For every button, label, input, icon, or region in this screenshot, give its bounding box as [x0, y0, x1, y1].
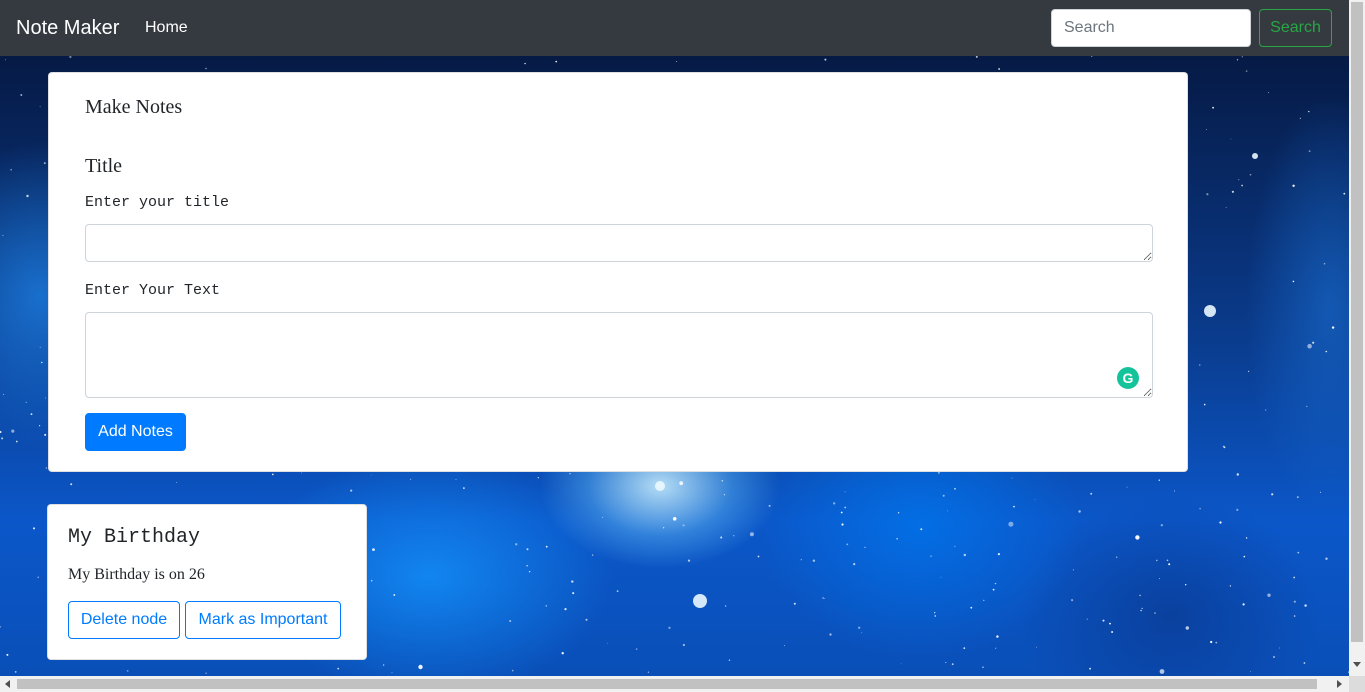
horizontal-scrollbar-thumb[interactable]	[17, 679, 1317, 689]
make-notes-card: Make Notes Title Enter your title Enter …	[48, 72, 1188, 472]
grammarly-icon[interactable]: G	[1117, 367, 1139, 389]
nav-link-home[interactable]: Home	[145, 18, 188, 38]
make-notes-heading: Make Notes	[85, 96, 183, 118]
search-button[interactable]: Search	[1259, 9, 1332, 47]
scroll-right-arrow-icon[interactable]	[1337, 680, 1342, 688]
add-notes-button[interactable]: Add Notes	[85, 413, 186, 451]
delete-note-button[interactable]: Delete node	[68, 601, 180, 639]
navbar: Note Maker Home Search	[0, 0, 1349, 56]
scrollbar-corner	[1349, 676, 1365, 692]
vertical-scrollbar-thumb[interactable]	[1351, 2, 1363, 642]
scroll-left-arrow-icon[interactable]	[5, 680, 10, 688]
title-textarea[interactable]	[85, 224, 1153, 262]
title-field-label: Enter your title	[85, 194, 230, 211]
note-title: My Birthday	[68, 526, 201, 549]
navbar-brand[interactable]: Note Maker	[16, 15, 119, 41]
note-text: My Birthday is on 26	[68, 566, 205, 583]
horizontal-scrollbar[interactable]	[0, 676, 1349, 692]
scroll-down-arrow-icon[interactable]	[1353, 662, 1361, 667]
title-heading: Title	[85, 155, 123, 177]
mark-important-button[interactable]: Mark as Important	[185, 601, 341, 639]
note-text-textarea[interactable]	[85, 312, 1153, 398]
search-input[interactable]	[1051, 9, 1251, 47]
text-field-label: Enter Your Text	[85, 282, 221, 299]
note-card: My Birthday My Birthday is on 26 Delete …	[47, 504, 367, 660]
vertical-scrollbar[interactable]	[1349, 0, 1365, 676]
